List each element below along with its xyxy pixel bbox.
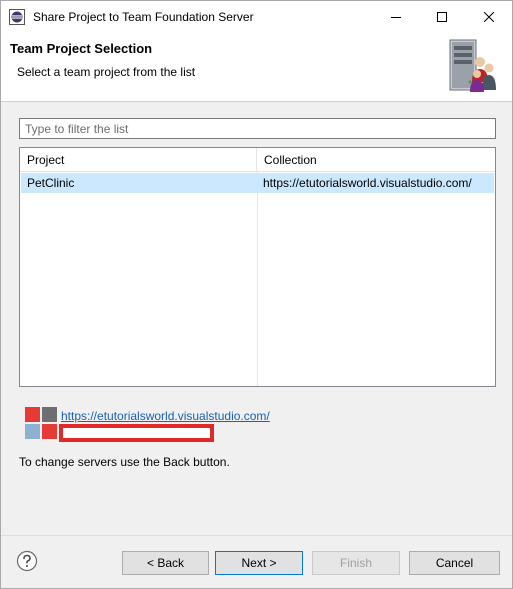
cell-project: PetClinic	[27, 176, 75, 190]
eclipse-icon	[9, 9, 25, 25]
minimize-icon	[391, 16, 401, 18]
filter-input[interactable]	[19, 118, 496, 139]
column-header-collection[interactable]: Collection	[257, 148, 495, 172]
finish-button[interactable]: Finish	[312, 551, 400, 575]
back-button[interactable]: < Back	[122, 551, 209, 575]
share-project-dialog: Share Project to Team Foundation Server …	[0, 0, 513, 589]
team-project-table: Project Collection PetClinic https://etu…	[19, 147, 496, 387]
title-bar: Share Project to Team Foundation Server	[1, 1, 512, 32]
cancel-button[interactable]: Cancel	[409, 551, 500, 575]
close-icon	[484, 11, 494, 22]
help-icon[interactable]	[16, 550, 38, 572]
footer-divider	[1, 535, 512, 536]
back-button-hint: To change servers use the Back button.	[19, 455, 230, 469]
server-users-icon	[449, 39, 496, 92]
window-title: Share Project to Team Foundation Server	[33, 10, 254, 24]
redacted-username	[59, 424, 214, 442]
cell-collection: https://etutorialsworld.visualstudio.com…	[263, 176, 472, 190]
column-header-project[interactable]: Project	[20, 148, 257, 172]
close-button[interactable]	[466, 1, 512, 32]
page-title: Team Project Selection	[10, 41, 153, 56]
maximize-button[interactable]	[419, 1, 465, 32]
minimize-button[interactable]	[373, 1, 419, 32]
visual-studio-online-icon	[25, 407, 57, 439]
server-url-link[interactable]: https://etutorialsworld.visualstudio.com…	[61, 409, 270, 423]
next-button[interactable]: Next >	[215, 551, 303, 575]
table-row[interactable]: PetClinic https://etutorialsworld.visual…	[21, 173, 494, 193]
page-description: Select a team project from the list	[17, 65, 196, 79]
column-divider	[257, 172, 258, 386]
maximize-icon	[437, 11, 447, 22]
wizard-banner: Team Project Selection Select a team pro…	[1, 32, 512, 102]
